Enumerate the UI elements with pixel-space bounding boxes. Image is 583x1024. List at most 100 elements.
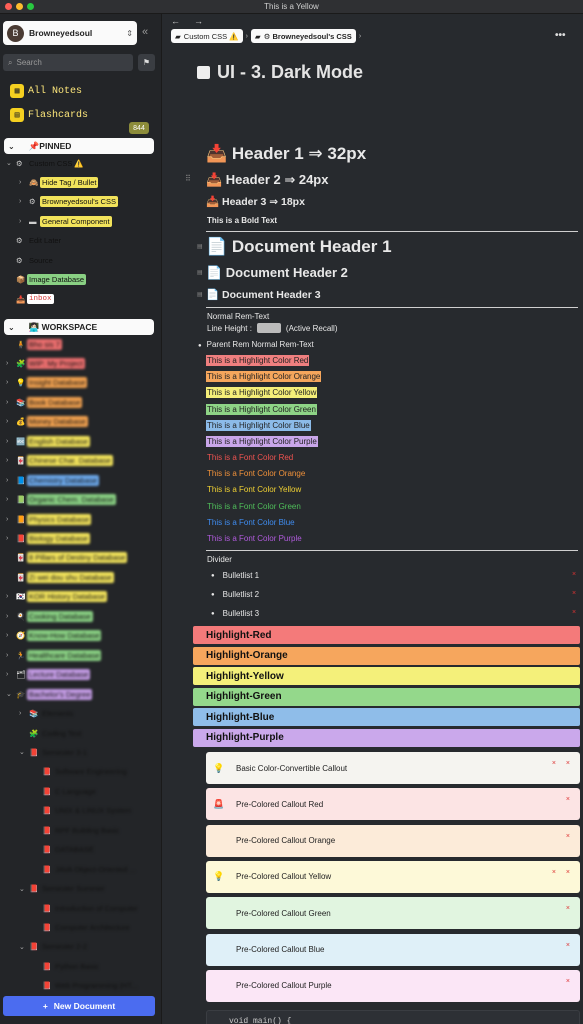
chevron-right-icon[interactable]: ›	[6, 438, 16, 445]
sidebar-tree-item[interactable]: › 🀄 Chinese Char. Database	[6, 453, 113, 469]
highlight-bar[interactable]: Highlight-Blue	[193, 708, 580, 726]
sidebar-tree-item[interactable]: › 🍳 Cooking Database	[6, 608, 93, 624]
sidebar-tree-item[interactable]: › 📚 Elements	[19, 706, 75, 722]
sidebar-tree-item[interactable]: › 💰 Money Database	[6, 414, 88, 430]
sidebar-tree-item[interactable]: ⌄ 📕 Semester 2-2	[19, 939, 89, 955]
callout[interactable]: Pre-Colored Callout Green ×	[206, 897, 580, 930]
delete-icon[interactable]: ×	[566, 942, 574, 949]
sidebar-tree-item[interactable]: ⌄ ⚙ Custom CSS ⚠️	[6, 155, 86, 171]
checkbox-icon[interactable]	[197, 66, 210, 79]
code-block[interactable]: void main() {	[206, 1010, 580, 1024]
breadcrumb-item[interactable]: ▰ ⚙ Browneyedsoul's CSS	[250, 29, 356, 43]
divider-label[interactable]: Divider	[207, 555, 232, 564]
highlight-rem[interactable]: This is a Highlight Color Yellow	[206, 387, 318, 399]
sidebar-tree-item[interactable]: › 🔤 English Database	[6, 433, 90, 449]
sidebar-tree-item[interactable]: › 🧭 Know-How Database	[6, 628, 102, 644]
sidebar-tree-item[interactable]: 📕 JAVA Object-Oriented ...	[32, 861, 138, 877]
document-title[interactable]: UI - 3. Dark Mode	[197, 62, 363, 83]
callout[interactable]: Pre-Colored Callout Blue ×	[206, 933, 580, 966]
highlight-bar[interactable]: Highlight-Yellow	[193, 667, 580, 685]
highlight-rem[interactable]: This is a Highlight Color Green	[206, 403, 317, 415]
chevron-right-icon[interactable]: ›	[6, 496, 16, 503]
delete-icon[interactable]: ×	[566, 978, 574, 985]
highlight-bar[interactable]: Highlight-Green	[193, 687, 580, 706]
sidebar-tree-item[interactable]: 📕 RPF Building Basic	[32, 822, 121, 838]
chevron-right-icon[interactable]: ›	[6, 671, 16, 678]
workspace-selector[interactable]: B Browneyedsoul ⇕	[3, 21, 137, 45]
sidebar-tree-item[interactable]: 📕 DATABASE	[32, 842, 96, 858]
chevron-right-icon[interactable]: ›	[6, 360, 16, 367]
bulletlist-item[interactable]: ● Bulletlist 3	[211, 609, 259, 618]
chevron-right-icon[interactable]: ›	[6, 535, 16, 542]
chevron-down-icon[interactable]: ⌄	[19, 748, 29, 756]
sidebar-tree-item[interactable]: › 📕 Biology Database	[6, 531, 90, 547]
sidebar-tree-item[interactable]: 📕 C Language	[32, 783, 98, 799]
chevron-right-icon[interactable]: ›	[19, 179, 29, 186]
close-window-button[interactable]	[5, 3, 12, 10]
chevron-right-icon[interactable]: ›	[6, 613, 16, 620]
delete-icon[interactable]: ×	[566, 905, 574, 912]
sidebar-tree-item[interactable]: › 🗂 Lecture Database	[6, 667, 91, 683]
delete-icon[interactable]: ×	[572, 590, 576, 597]
sidebar-tree-item[interactable]: 📥 inbox	[6, 291, 54, 307]
callout[interactable]: 💡 Pre-Colored Callout Yellow × ×	[206, 860, 580, 893]
pin-icon[interactable]: ⚑	[138, 54, 155, 71]
font-color-rem[interactable]: This is a Font Color Blue	[207, 518, 295, 527]
sidebar-tree-item[interactable]: 🧩 Coding Test	[19, 725, 83, 741]
sidebar-tree-item[interactable]: ⚙ Source	[6, 252, 55, 268]
sidebar-tree-item[interactable]: ⌄ 📕 Semester 3-1	[19, 744, 89, 760]
sidebar-tree-item[interactable]: 📕 UNIX & LINUX System	[32, 803, 133, 819]
delete-icon[interactable]: ×	[572, 609, 576, 616]
sidebar-tree-item[interactable]: › 📙 Physics Database	[6, 511, 92, 527]
delete-icon[interactable]: × ×	[552, 760, 574, 767]
bold-text-rem[interactable]: This is a Bold Text	[207, 216, 277, 225]
callout[interactable]: 💡 Basic Color-Convertible Callout × ×	[206, 752, 580, 784]
header-2-rem[interactable]: 📥 Header 2 ⇒ 24px	[206, 172, 328, 188]
drag-handle-icon[interactable]: ⠿	[185, 174, 191, 183]
delete-icon[interactable]: ×	[572, 571, 576, 578]
line-height-rem[interactable]: Line Height : (Active Recall)	[207, 323, 338, 333]
highlight-rem[interactable]: This is a Highlight Color Orange	[206, 371, 322, 383]
sidebar-tree-item[interactable]: › ⚙ Browneyedsoul's CSS	[19, 194, 118, 210]
sidebar-tree-item[interactable]: 📕 Computer Architecture	[32, 920, 132, 936]
sidebar-tree-item[interactable]: › 💡 Insight Database	[6, 375, 88, 391]
callout[interactable]: Pre-Colored Callout Purple ×	[206, 969, 580, 1002]
delete-icon[interactable]: × ×	[552, 869, 574, 876]
collapse-sidebar-icon[interactable]: «	[142, 26, 148, 38]
callout[interactable]: Pre-Colored Callout Orange ×	[206, 824, 580, 857]
all-notes-link[interactable]: ▦ All Notes	[10, 82, 82, 100]
chevron-right-icon[interactable]: ›	[6, 418, 16, 425]
minimize-window-button[interactable]	[16, 3, 23, 10]
back-arrow-icon[interactable]: ←	[171, 16, 180, 26]
sidebar-tree-item[interactable]: ⚙ Edit Later	[6, 233, 63, 249]
font-color-rem[interactable]: This is a Font Color Red	[207, 453, 293, 462]
cloze-block[interactable]	[256, 323, 281, 333]
highlight-bar[interactable]: Highlight-Red	[193, 626, 580, 644]
chevron-right-icon[interactable]: ›	[6, 593, 16, 600]
font-color-rem[interactable]: This is a Font Color Yellow	[207, 485, 301, 494]
sidebar-tree-item[interactable]: › 🧩 WIP: My Project	[6, 355, 85, 371]
chevron-right-icon[interactable]: ›	[19, 710, 29, 717]
chevron-right-icon[interactable]: ›	[19, 198, 29, 205]
sidebar-tree-item[interactable]: 📦 Image Database	[6, 272, 87, 288]
sidebar-tree-item[interactable]: ⌄ 📕 Semester Summer	[19, 881, 107, 897]
delete-icon[interactable]: ×	[566, 796, 574, 803]
document-header-3[interactable]: 📄 Document Header 3	[206, 288, 321, 301]
sidebar-tree-item[interactable]: › 📚 Book Database	[6, 394, 83, 410]
delete-icon[interactable]: ×	[566, 833, 574, 840]
font-color-rem[interactable]: This is a Font Color Green	[207, 502, 301, 511]
chevron-down-icon[interactable]: ⌄	[6, 690, 16, 698]
document-header-1[interactable]: 📄 Document Header 1	[206, 237, 392, 257]
sidebar-tree-item[interactable]: › 🙈 Hide Tag / Bullet	[19, 174, 99, 190]
sidebar-tree-item[interactable]: 📕 Python Basic	[32, 958, 101, 974]
chevron-right-icon[interactable]: ›	[6, 399, 16, 406]
chevron-right-icon[interactable]: ›	[19, 218, 29, 225]
bulletlist-item[interactable]: ● Bulletlist 1	[211, 571, 259, 580]
chevron-right-icon[interactable]: ›	[6, 457, 16, 464]
chevron-down-icon[interactable]: ⌄	[19, 885, 29, 893]
workspace-section-header[interactable]: ⌄ 👩🏻‍💻 WORKSPACE	[4, 319, 154, 335]
sidebar-tree-item[interactable]: › 🏃 Healthcare Database	[6, 647, 102, 663]
highlight-rem[interactable]: This is a Highlight Color Blue	[206, 419, 311, 431]
chevron-right-icon[interactable]: ›	[6, 632, 16, 639]
highlight-bar[interactable]: Highlight-Purple	[193, 728, 580, 747]
